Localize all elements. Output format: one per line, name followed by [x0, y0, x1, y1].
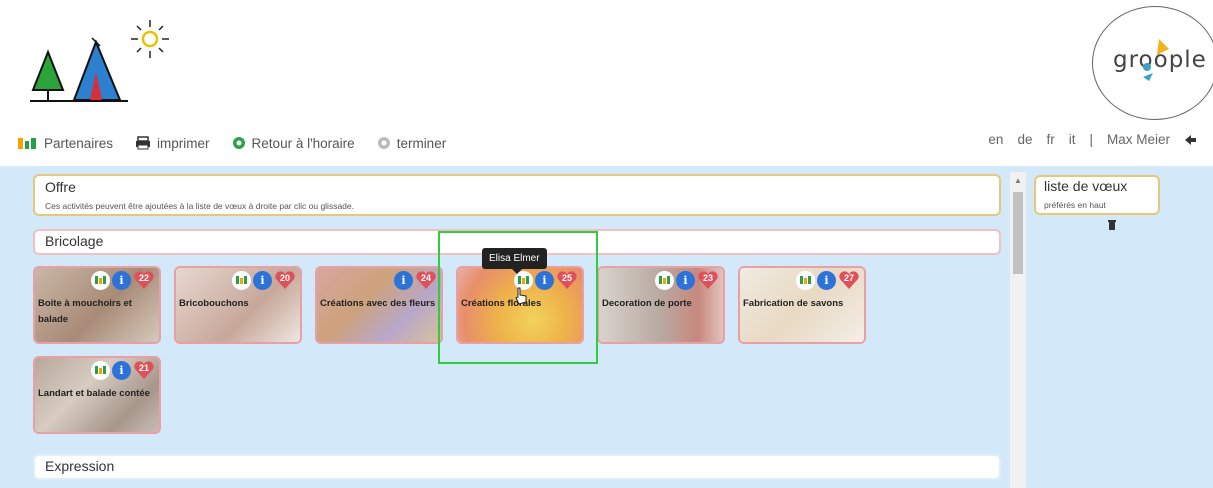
popularity-count: 27 [843, 273, 854, 283]
popularity-count: 20 [279, 273, 290, 283]
info-icon[interactable]: i [817, 270, 836, 290]
card-badges: i 24 [394, 270, 437, 290]
info-icon[interactable]: i [676, 270, 695, 290]
print-label: imprimer [157, 135, 210, 151]
offer-scrollbar[interactable]: ▲ [1010, 172, 1026, 488]
activity-name: Bricobouchons [179, 298, 249, 309]
heart-icon[interactable]: 21 [133, 360, 155, 380]
printer-icon [136, 136, 151, 150]
heart-icon[interactable]: 27 [838, 270, 860, 290]
finish-label: terminer [396, 135, 447, 151]
lang-de[interactable]: de [1017, 132, 1032, 147]
separator: | [1089, 132, 1093, 147]
sun-icon [131, 20, 169, 58]
info-icon[interactable]: i [112, 270, 131, 290]
partners-icon[interactable] [232, 270, 251, 290]
partners-icon[interactable] [796, 270, 815, 290]
toolbar-right: en de fr it | Max Meier [988, 132, 1198, 147]
offer-title: Offre [45, 179, 76, 195]
card-badges: i 27 [796, 270, 860, 290]
partners-icon[interactable] [91, 270, 110, 290]
groople-logo: groople [1092, 6, 1213, 120]
print-link[interactable]: imprimer [135, 136, 210, 151]
back-to-schedule-link[interactable]: Retour à l'horaire [232, 136, 355, 151]
tooltip: Elisa Elmer [482, 248, 547, 274]
card-badges: i 23 [655, 270, 719, 290]
popularity-count: 21 [138, 363, 149, 373]
popularity-count: 23 [702, 273, 713, 283]
activity-name: Decoration de porte [602, 298, 692, 309]
heart-icon[interactable]: 23 [697, 270, 719, 290]
info-icon[interactable]: i [112, 360, 131, 380]
logout-icon[interactable] [1184, 134, 1198, 146]
activity-card-decoration-de-porte[interactable]: i 23 Decoration de porte [597, 266, 725, 344]
category-expression[interactable]: Expression [33, 454, 1001, 480]
user-name[interactable]: Max Meier [1107, 132, 1170, 147]
lang-en[interactable]: en [988, 132, 1003, 147]
card-badges: i 20 [232, 270, 296, 290]
popularity-count: 22 [138, 273, 149, 283]
bell-icon [1143, 39, 1169, 81]
back-label: Retour à l'horaire [251, 135, 355, 151]
offer-panel: Offre Ces activités peuvent être ajoutée… [33, 174, 1001, 216]
card-badges: i 21 [91, 360, 155, 380]
info-icon[interactable]: i [253, 270, 272, 290]
card-badges: i 22 [91, 270, 155, 290]
activity-name: Fabrication de savons [743, 298, 844, 309]
finish-link[interactable]: terminer [377, 135, 447, 151]
category-label: Expression [45, 458, 115, 474]
activity-card-boite-a-mouchoirs[interactable]: i 22 Boite à mouchoirs et balade [33, 266, 161, 344]
category-label: Bricolage [45, 233, 104, 249]
toolbar: Partenaires imprimer Retour à l'horaire … [16, 132, 1206, 154]
wishlist-subtitle: préférés en haut [1044, 200, 1106, 210]
lang-fr[interactable]: fr [1046, 132, 1054, 147]
activity-name: Boite à mouchoirs et balade [38, 298, 132, 325]
partners-icon[interactable] [91, 360, 110, 380]
back-circle-icon [232, 137, 245, 149]
tent-icon [72, 37, 122, 101]
activity-card-creations-avec-des-fleurs[interactable]: i 24 Créations avec des fleurs [315, 266, 443, 344]
popularity-count: 24 [420, 273, 431, 283]
tree-icon [31, 49, 65, 100]
trash-icon[interactable] [1107, 219, 1117, 231]
partners-icon [18, 138, 36, 149]
hand-cursor-icon [515, 287, 527, 305]
offer-description: Ces activités peuvent être ajoutées à la… [45, 201, 354, 211]
lang-it[interactable]: it [1069, 132, 1076, 147]
wishlist-title: liste de vœux [1044, 178, 1128, 194]
activity-name: Landart et balade contée [38, 388, 150, 399]
activity-card-bricobouchons[interactable]: i 20 Bricobouchons [174, 266, 302, 344]
activity-name: Créations avec des fleurs [320, 298, 436, 309]
scroll-up-icon[interactable]: ▲ [1014, 176, 1022, 185]
heart-icon[interactable]: 24 [415, 270, 437, 290]
partners-label: Partenaires [44, 135, 114, 151]
camp-logo [30, 20, 169, 102]
finish-circle-icon [377, 137, 390, 149]
heart-icon[interactable]: 20 [274, 270, 296, 290]
scroll-thumb[interactable] [1013, 192, 1023, 274]
heart-icon[interactable]: 22 [133, 270, 155, 290]
activity-card-fabrication-de-savons[interactable]: i 27 Fabrication de savons [738, 266, 866, 344]
wishlist-panel[interactable]: liste de vœux préférés en haut [1034, 175, 1160, 215]
partners-link[interactable]: Partenaires [16, 136, 113, 151]
partners-icon[interactable] [655, 270, 674, 290]
info-icon[interactable]: i [394, 270, 413, 290]
activity-card-landart[interactable]: i 21 Landart et balade contée [33, 356, 161, 434]
